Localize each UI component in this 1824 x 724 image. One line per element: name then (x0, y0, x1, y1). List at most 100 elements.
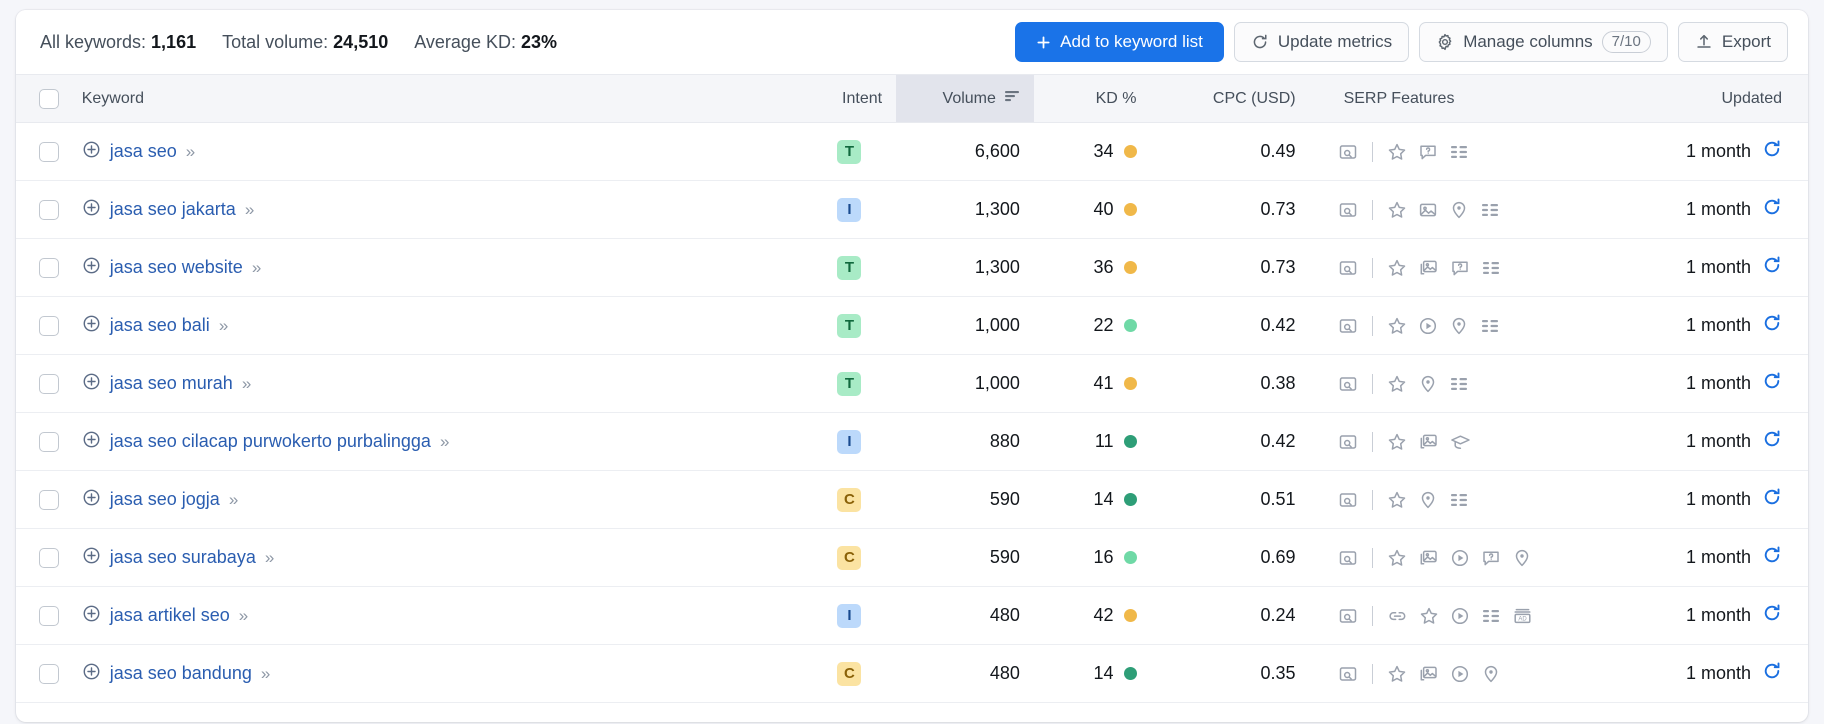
faq-icon[interactable] (1418, 142, 1438, 162)
star-icon[interactable] (1387, 200, 1407, 220)
keyword-link[interactable]: jasa seo jogja (110, 489, 220, 510)
chevron-right-icon[interactable]: » (265, 548, 275, 568)
intent-header[interactable]: Intent (802, 74, 897, 123)
star-icon[interactable] (1387, 316, 1407, 336)
table-row[interactable]: jasa seo bali » T 1,000 22 0.42 1 month (16, 296, 1808, 355)
location-icon[interactable] (1418, 374, 1438, 394)
table-row[interactable]: jasa seo murah » T 1,000 41 0.38 1 month (16, 354, 1808, 413)
refresh-row-icon[interactable] (1762, 197, 1782, 222)
add-keyword-icon[interactable] (82, 372, 101, 396)
refresh-row-icon[interactable] (1762, 545, 1782, 570)
location-icon[interactable] (1449, 200, 1469, 220)
location-icon[interactable] (1418, 490, 1438, 510)
search-preview-icon[interactable] (1338, 432, 1358, 452)
keyword-link[interactable]: jasa seo (110, 141, 177, 162)
faq-icon[interactable] (1450, 258, 1470, 278)
add-keyword-icon[interactable] (82, 430, 101, 454)
star-icon[interactable] (1387, 432, 1407, 452)
refresh-row-icon[interactable] (1762, 487, 1782, 512)
add-keyword-icon[interactable] (82, 198, 101, 222)
chevron-right-icon[interactable]: » (219, 316, 229, 336)
image-stack-icon[interactable] (1418, 664, 1439, 684)
add-keyword-icon[interactable] (82, 488, 101, 512)
intent-badge[interactable]: I (837, 197, 862, 222)
add-to-keyword-list-button[interactable]: Add to keyword list (1015, 22, 1224, 62)
table-row[interactable]: jasa seo jakarta » I 1,300 40 0.73 1 mon… (16, 180, 1808, 239)
video-icon[interactable] (1450, 664, 1470, 684)
keyword-header[interactable]: Keyword (81, 74, 803, 123)
list-icon[interactable] (1449, 375, 1469, 393)
keyword-link[interactable]: jasa seo jakarta (110, 199, 236, 220)
export-button[interactable]: Export (1677, 22, 1788, 62)
intent-badge[interactable]: C (837, 661, 862, 686)
image-stack-icon[interactable] (1418, 432, 1439, 452)
chevron-right-icon[interactable]: » (252, 258, 262, 278)
select-all-checkbox[interactable] (38, 88, 59, 109)
row-checkbox[interactable] (38, 142, 59, 163)
star-icon[interactable] (1387, 490, 1407, 510)
location-icon[interactable] (1512, 548, 1532, 568)
intent-badge[interactable]: C (837, 487, 862, 512)
search-preview-icon[interactable] (1338, 374, 1358, 394)
list-icon[interactable] (1480, 201, 1500, 219)
table-row[interactable]: jasa seo website » T 1,300 36 0.73 1 mon… (16, 238, 1808, 297)
star-icon[interactable] (1387, 374, 1407, 394)
updated-header[interactable]: Updated (1648, 74, 1808, 123)
star-icon[interactable] (1387, 258, 1407, 278)
row-checkbox[interactable] (38, 200, 59, 221)
intent-badge[interactable]: T (837, 139, 862, 164)
add-keyword-icon[interactable] (82, 140, 101, 164)
add-keyword-icon[interactable] (82, 662, 101, 686)
intent-badge[interactable]: I (837, 603, 862, 628)
location-icon[interactable] (1481, 664, 1501, 684)
refresh-row-icon[interactable] (1762, 661, 1782, 686)
update-metrics-button[interactable]: Update metrics (1233, 22, 1410, 62)
row-checkbox[interactable] (38, 664, 59, 685)
refresh-row-icon[interactable] (1762, 313, 1782, 338)
manage-columns-button[interactable]: Manage columns 7/10 (1419, 22, 1668, 62)
star-icon[interactable] (1387, 142, 1407, 162)
keyword-link[interactable]: jasa seo bali (110, 315, 210, 336)
keyword-link[interactable]: jasa artikel seo (110, 605, 230, 626)
keyword-link[interactable]: jasa seo website (110, 257, 243, 278)
search-preview-icon[interactable] (1338, 200, 1358, 220)
table-row[interactable]: jasa seo bandung » C 480 14 0.35 1 month (16, 644, 1808, 703)
link-icon[interactable] (1387, 606, 1408, 626)
row-checkbox[interactable] (38, 548, 59, 569)
chevron-right-icon[interactable]: » (242, 374, 252, 394)
star-icon[interactable] (1419, 606, 1439, 626)
table-row[interactable]: jasa artikel seo » I 480 42 0.24 AD 1 mo… (16, 586, 1808, 645)
list-icon[interactable] (1480, 317, 1500, 335)
cpc-header[interactable]: CPC (USD) (1150, 74, 1310, 123)
add-keyword-icon[interactable] (82, 546, 101, 570)
keyword-link[interactable]: jasa seo cilacap purwokerto purbalingga (110, 431, 431, 452)
table-row[interactable]: jasa seo surabaya » C 590 16 0.69 1 mont… (16, 528, 1808, 587)
keyword-link[interactable]: jasa seo bandung (110, 663, 252, 684)
image-stack-icon[interactable] (1418, 258, 1439, 278)
keyword-link[interactable]: jasa seo murah (110, 373, 233, 394)
refresh-row-icon[interactable] (1762, 603, 1782, 628)
add-keyword-icon[interactable] (82, 256, 101, 280)
row-checkbox[interactable] (38, 432, 59, 453)
intent-badge[interactable]: T (837, 255, 862, 280)
list-icon[interactable] (1481, 259, 1501, 277)
keyword-link[interactable]: jasa seo surabaya (110, 547, 256, 568)
video-icon[interactable] (1450, 606, 1470, 626)
star-icon[interactable] (1387, 548, 1407, 568)
table-row[interactable]: jasa seo cilacap purwokerto purbalingga … (16, 412, 1808, 471)
chevron-right-icon[interactable]: » (229, 490, 239, 510)
refresh-row-icon[interactable] (1762, 371, 1782, 396)
image-icon[interactable] (1418, 200, 1438, 220)
chevron-right-icon[interactable]: » (261, 664, 271, 684)
refresh-row-icon[interactable] (1762, 139, 1782, 164)
search-preview-icon[interactable] (1338, 142, 1358, 162)
search-preview-icon[interactable] (1338, 316, 1358, 336)
chevron-right-icon[interactable]: » (239, 606, 249, 626)
chevron-right-icon[interactable]: » (440, 432, 450, 452)
faq-icon[interactable] (1481, 548, 1501, 568)
ad-icon[interactable]: AD (1512, 606, 1533, 626)
row-checkbox[interactable] (38, 606, 59, 627)
row-checkbox[interactable] (38, 374, 59, 395)
list-icon[interactable] (1481, 607, 1501, 625)
row-checkbox[interactable] (38, 316, 59, 337)
